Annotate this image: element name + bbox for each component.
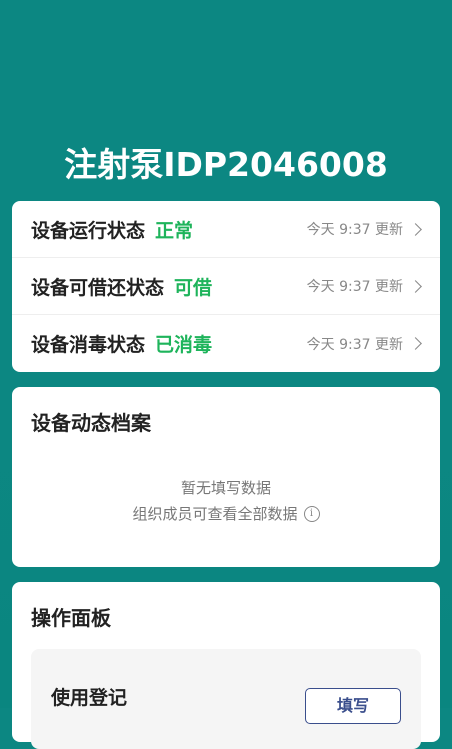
status-label: 设备可借还状态	[31, 276, 165, 299]
member-hint-text: 组织成员可查看全部数据	[132, 505, 298, 523]
panel-title: 操作面板	[31, 606, 111, 630]
status-value: 可借	[174, 276, 213, 299]
chevron-right-icon	[409, 337, 422, 350]
status-label: 设备运行状态	[31, 219, 146, 242]
status-row-running[interactable]: 设备运行状态 正常 今天 9:37 更新	[12, 201, 440, 258]
status-updated-time: 今天 9:37 更新	[306, 222, 403, 238]
chevron-right-icon	[409, 222, 422, 236]
status-value: 正常	[155, 219, 194, 242]
empty-state-text: 暂无填写数据	[180, 479, 271, 497]
fill-button[interactable]: 填写	[305, 688, 401, 724]
archive-card: 设备动态档案 暂无填写数据 组织成员可查看全部数据 i	[12, 387, 440, 567]
usage-registration-title: 使用登记	[51, 687, 128, 709]
info-icon[interactable]: i	[303, 505, 320, 522]
status-updated-time: 今天 9:37 更新	[306, 336, 403, 353]
page-title: 注射泵IDP2046008	[64, 145, 388, 184]
status-updated-time: 今天 9:37 更新	[306, 279, 403, 295]
status-row-disinfection[interactable]: 设备消毒状态 已消毒 今天 9:37 更新	[12, 315, 440, 372]
status-row-borrowable[interactable]: 设备可借还状态 可借 今天 9:37 更新	[12, 258, 440, 315]
chevron-right-icon	[409, 279, 422, 293]
usage-registration-item: 使用登记 填写	[31, 649, 421, 749]
archive-title: 设备动态档案	[31, 411, 151, 435]
member-hint: 组织成员可查看全部数据 i	[12, 503, 440, 524]
status-card: 设备运行状态 正常 今天 9:37 更新 设备可借还状态 可借 今天 9:37 …	[12, 201, 440, 372]
status-value: 已消毒	[155, 334, 213, 356]
status-label: 设备消毒状态	[31, 334, 146, 356]
operation-panel-card: 操作面板 使用登记 填写	[12, 582, 440, 749]
